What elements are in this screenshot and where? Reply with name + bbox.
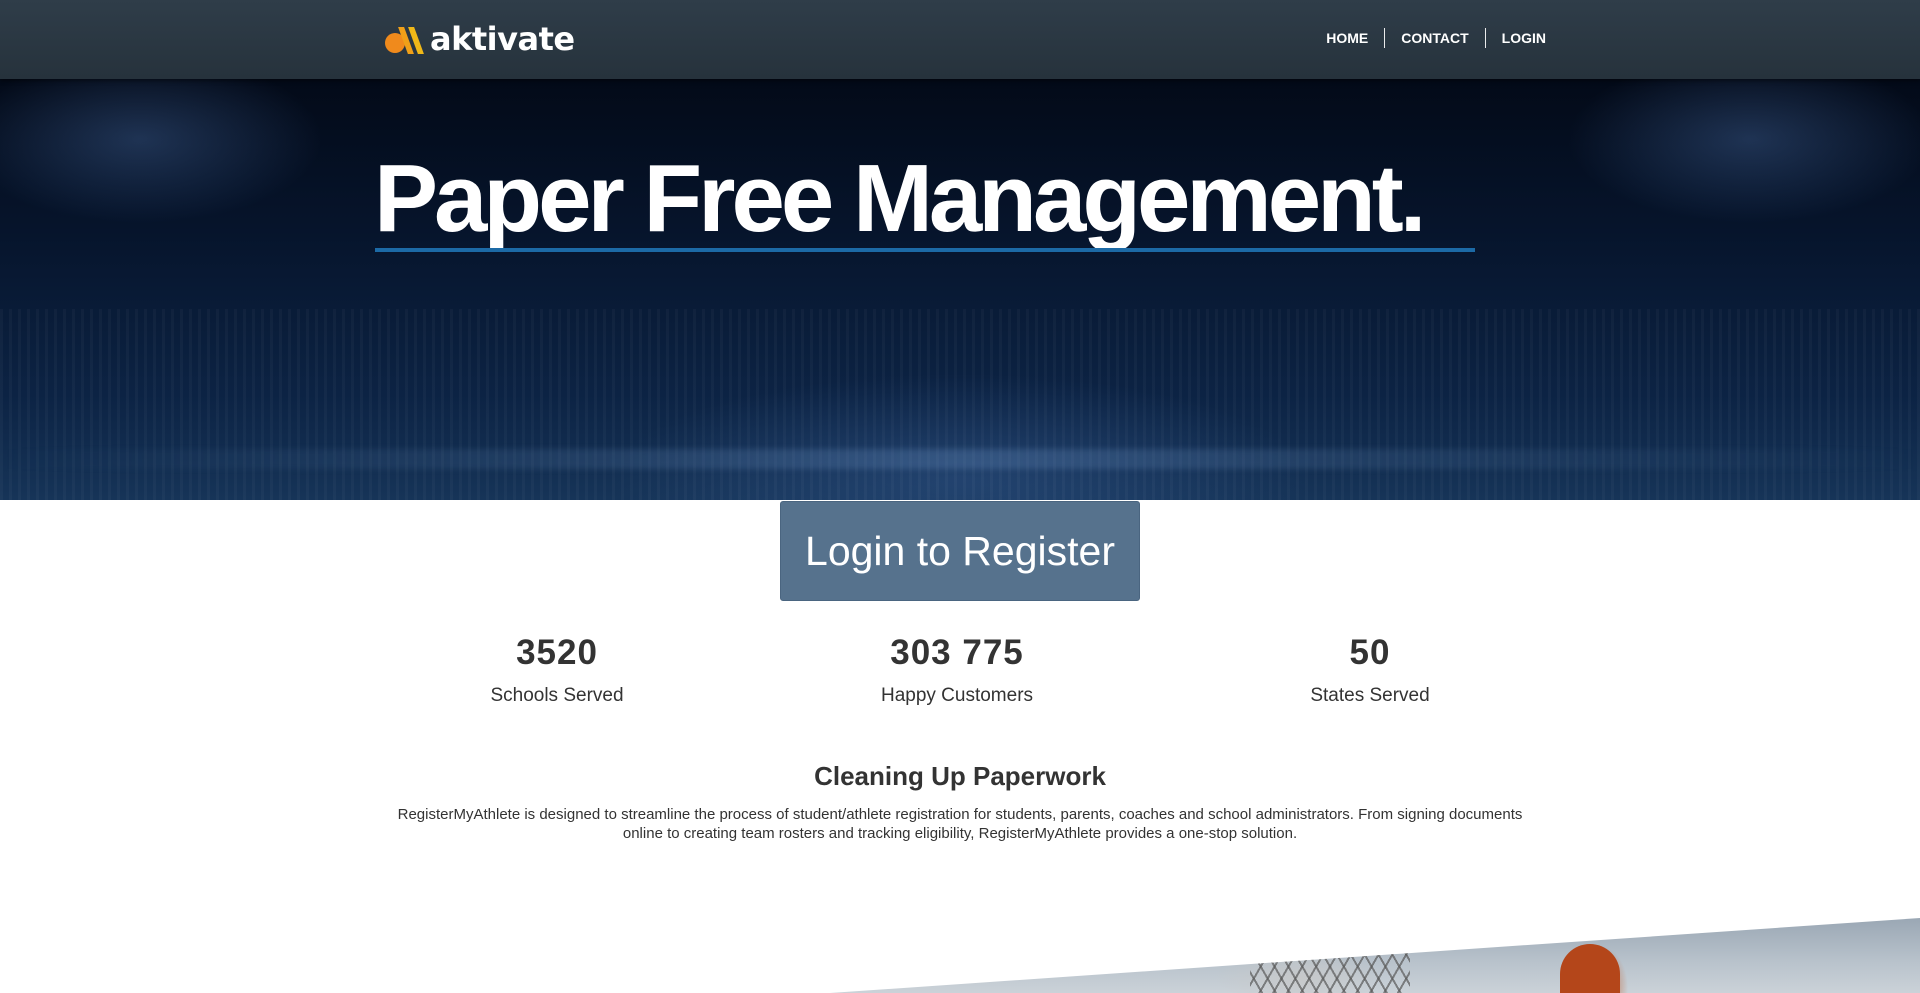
section-title: Cleaning Up Paperwork (814, 761, 1106, 791)
stat-label: Schools Served (490, 685, 624, 706)
stat-schools-served: 3520 Schools Served (407, 633, 707, 708)
main-nav: HOME CONTACT LOGIN (1310, 28, 1546, 48)
logo-text: aktivate (430, 20, 575, 58)
stat-states-served: 50 States Served (1220, 633, 1520, 708)
nav-contact-link[interactable]: CONTACT (1385, 28, 1484, 48)
nav-login-link[interactable]: LOGIN (1486, 28, 1546, 48)
stat-label: Happy Customers (880, 685, 1034, 706)
aktivate-logo[interactable]: aktivate (384, 22, 575, 56)
hero-title-underline (375, 248, 1475, 252)
login-to-register-button[interactable]: Login to Register (780, 501, 1140, 601)
hero-background-image (0, 309, 1920, 500)
stat-value: 50 (1349, 633, 1391, 672)
nav-divider (1484, 28, 1486, 48)
stat-value: 3520 (516, 633, 598, 672)
stat-value: 303 775 (890, 633, 1024, 672)
stat-happy-customers: 303 775 Happy Customers (807, 633, 1107, 708)
site-header: aktivate HOME CONTACT LOGIN (0, 0, 1920, 79)
stat-label: States Served (1310, 685, 1430, 706)
hero-title: Paper Free Management. (374, 145, 1426, 252)
aktivate-logo-icon (384, 25, 426, 54)
section-body: RegisterMyAthlete is designed to streaml… (397, 806, 1523, 842)
hero-banner: Paper Free Management. (0, 79, 1920, 500)
nav-home-link[interactable]: HOME (1310, 28, 1384, 48)
basketball-hoop-image (830, 918, 1920, 993)
nav-divider (1384, 28, 1386, 48)
